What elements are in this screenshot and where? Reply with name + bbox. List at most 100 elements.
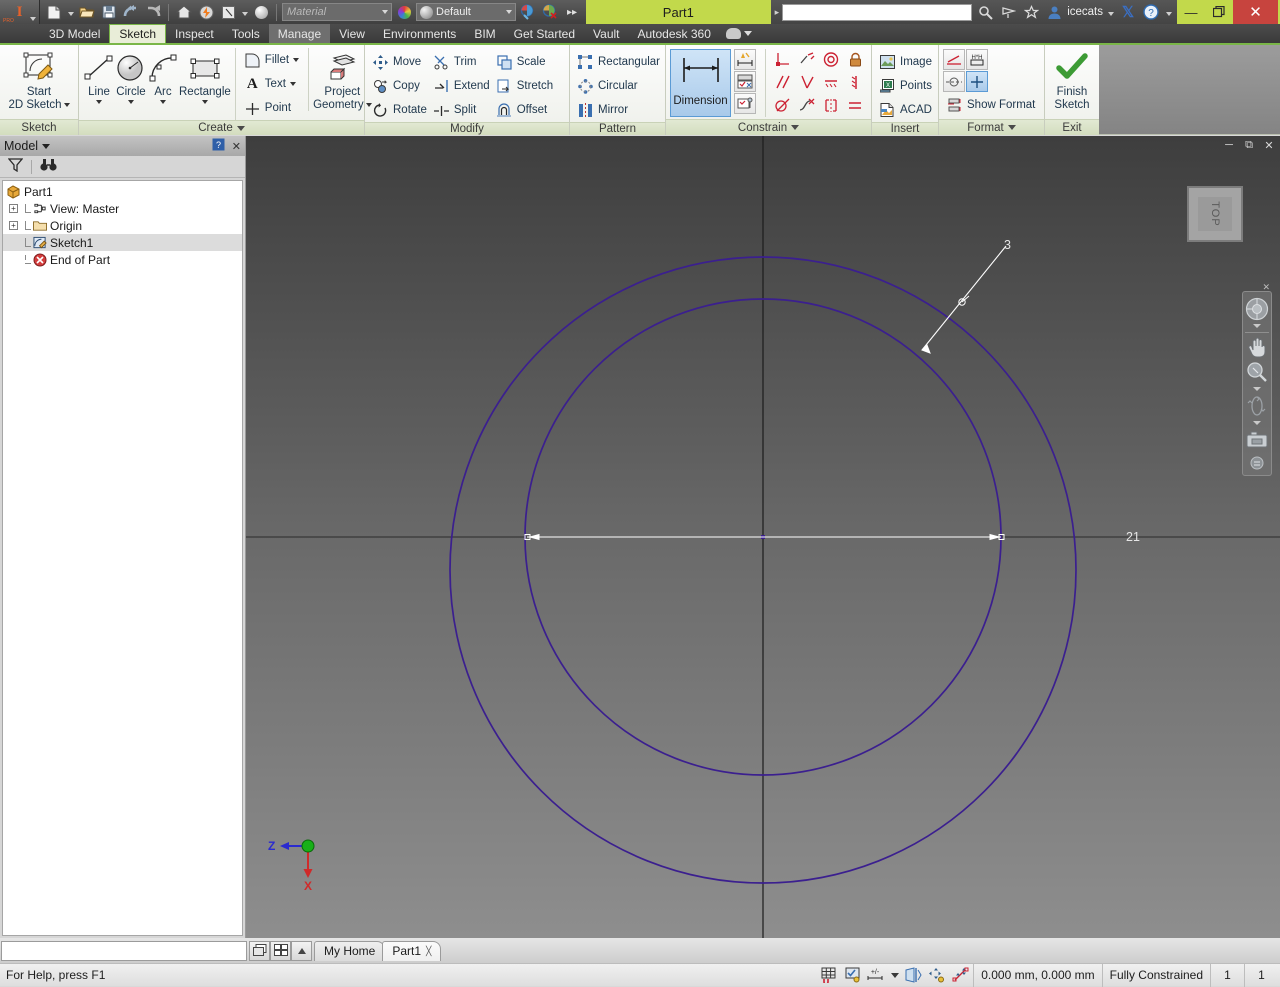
cascade-windows-button[interactable] xyxy=(249,940,270,961)
perpendicular-constraint-icon[interactable] xyxy=(796,72,818,93)
parallel-constraint-icon[interactable] xyxy=(772,72,794,93)
project-geometry-button[interactable]: Project Geometry xyxy=(308,48,372,111)
scale-button[interactable]: Scale xyxy=(493,50,556,74)
new-file-dropdown[interactable] xyxy=(66,2,75,22)
rectangular-pattern-button[interactable]: Rectangular xyxy=(574,50,663,74)
start-2d-sketch-button[interactable]: Start 2D Sketch xyxy=(4,48,74,111)
tab-environments[interactable]: Environments xyxy=(374,24,465,43)
rotate-button[interactable]: Rotate xyxy=(369,98,430,122)
show-format-button[interactable]: Show Format xyxy=(943,93,1038,117)
appearance-browser-icon[interactable] xyxy=(518,2,538,22)
stretch-button[interactable]: Stretch xyxy=(493,74,556,98)
concentric-constraint-icon[interactable] xyxy=(820,49,842,70)
offset-dimension-value[interactable]: 3 xyxy=(1004,238,1011,252)
text-button[interactable]: A Text xyxy=(241,72,302,96)
steering-wheel-icon[interactable] xyxy=(1244,297,1270,321)
fillet-button[interactable]: Fillet xyxy=(241,48,302,72)
zoom-icon[interactable] xyxy=(1244,360,1270,384)
finish-sketch-button[interactable]: Finish Sketch xyxy=(1049,48,1095,111)
panel-title-format[interactable]: Format xyxy=(939,119,1044,135)
horizontal-constraint-icon[interactable] xyxy=(820,72,842,93)
point-button[interactable]: Point xyxy=(241,96,302,120)
smooth-constraint-icon[interactable] xyxy=(796,95,818,116)
material-browser-icon[interactable] xyxy=(394,2,414,22)
search-input[interactable] xyxy=(782,3,973,21)
expand-icon[interactable]: + xyxy=(9,204,18,213)
appearance-sphere-icon[interactable] xyxy=(251,2,271,22)
centerline-icon[interactable] xyxy=(943,71,965,92)
rectangle-button[interactable]: Rectangle xyxy=(179,48,231,104)
command-input[interactable] xyxy=(1,940,247,961)
show-constraints-icon[interactable] xyxy=(734,71,756,92)
favorites-star-icon[interactable] xyxy=(1021,2,1041,22)
dimension-display-dropdown[interactable] xyxy=(889,965,901,985)
move-button[interactable]: Move xyxy=(369,50,430,74)
insert-acad-button[interactable]: ACAD xyxy=(876,98,935,122)
navbar-more-icon[interactable] xyxy=(1250,456,1264,473)
insert-image-button[interactable]: Image xyxy=(876,50,935,74)
close-icon[interactable]: ╳ xyxy=(426,946,431,957)
canvas-minimize-icon[interactable]: ─ xyxy=(1222,138,1236,152)
tree-node-part1[interactable]: Part1 xyxy=(3,183,242,200)
arc-button[interactable]: Arc xyxy=(147,48,179,104)
minimize-window-button[interactable]: — xyxy=(1177,1,1205,23)
circular-pattern-button[interactable]: Circular xyxy=(574,74,663,98)
graphics-window[interactable]: ─ ⧉ ✕ 21 3 TOP ✕ Z X xyxy=(246,136,1280,938)
tab-sketch[interactable]: Sketch xyxy=(109,24,167,43)
document-tabs-scroll-button[interactable] xyxy=(291,940,312,961)
constraint-display-icon[interactable] xyxy=(841,965,865,985)
browser-help-icon[interactable]: ? xyxy=(212,138,226,155)
appearance-combo[interactable]: Default xyxy=(416,3,516,21)
tab-bim[interactable]: BIM xyxy=(465,24,504,43)
constraint-settings-icon[interactable] xyxy=(734,93,756,114)
symmetric-constraint-icon[interactable] xyxy=(820,95,842,116)
document-tab-my-home[interactable]: My Home xyxy=(314,940,386,961)
exchange-apps-icon[interactable]: 𝕏 xyxy=(1118,2,1138,22)
pan-icon[interactable] xyxy=(1244,335,1270,359)
trim-button[interactable]: Trim xyxy=(430,50,493,74)
tab-inspect[interactable]: Inspect xyxy=(166,24,223,43)
user-account-icon[interactable] xyxy=(1044,2,1064,22)
undo-icon[interactable] xyxy=(121,2,141,22)
help-dropdown-icon[interactable] xyxy=(1164,2,1173,22)
tab-view[interactable]: View xyxy=(330,24,374,43)
tree-node-sketch1[interactable]: Sketch1 xyxy=(3,234,242,251)
home-icon[interactable] xyxy=(174,2,194,22)
tab-tools[interactable]: Tools xyxy=(223,24,269,43)
offset-button[interactable]: Offset xyxy=(493,98,556,122)
redo-icon[interactable] xyxy=(143,2,163,22)
tree-node-view-master[interactable]: + View: Master xyxy=(3,200,242,217)
look-camera-icon[interactable] xyxy=(1244,428,1270,452)
dimension-display-icon[interactable]: +/- xyxy=(865,965,889,985)
close-window-button[interactable]: ✕ xyxy=(1233,0,1278,24)
qat-overflow-icon[interactable]: ▸▸ xyxy=(562,2,582,22)
snap-grid-icon[interactable] xyxy=(817,965,841,985)
browser-close-icon[interactable]: ✕ xyxy=(232,140,241,153)
cloud-options-dropdown[interactable] xyxy=(720,24,758,43)
driven-dimension-icon[interactable]: H*H xyxy=(966,49,988,70)
panel-title-constrain[interactable]: Constrain xyxy=(666,119,871,135)
diameter-dimension-value[interactable]: 21 xyxy=(1123,530,1143,544)
filter-icon[interactable] xyxy=(7,158,24,175)
tab-autodesk-360[interactable]: Autodesk 360 xyxy=(629,24,720,43)
split-button[interactable]: Split xyxy=(430,98,493,122)
help-search-icon[interactable] xyxy=(998,2,1018,22)
fix-constraint-icon[interactable] xyxy=(844,49,866,70)
material-combo[interactable]: Material xyxy=(282,3,392,21)
mirror-button[interactable]: Mirror xyxy=(574,98,663,122)
select-icon[interactable] xyxy=(218,2,238,22)
clear-appearance-icon[interactable] xyxy=(540,2,560,22)
center-point-icon[interactable] xyxy=(966,71,988,92)
tangent-constraint-icon[interactable] xyxy=(772,95,794,116)
panel-title-create[interactable]: Create xyxy=(79,120,364,135)
help-icon[interactable]: ? xyxy=(1141,2,1161,22)
tab-vault[interactable]: Vault xyxy=(584,24,628,43)
tree-node-end-of-part[interactable]: End of Part xyxy=(3,251,242,268)
account-dropdown-icon[interactable] xyxy=(1106,2,1115,22)
find-binoculars-icon[interactable] xyxy=(40,158,57,175)
zoom-dropdown[interactable] xyxy=(1253,385,1261,393)
coincident-constraint-icon[interactable] xyxy=(772,49,794,70)
construction-line-icon[interactable] xyxy=(943,49,965,70)
slice-graphics-icon[interactable] xyxy=(901,965,925,985)
collinear-constraint-icon[interactable] xyxy=(796,49,818,70)
